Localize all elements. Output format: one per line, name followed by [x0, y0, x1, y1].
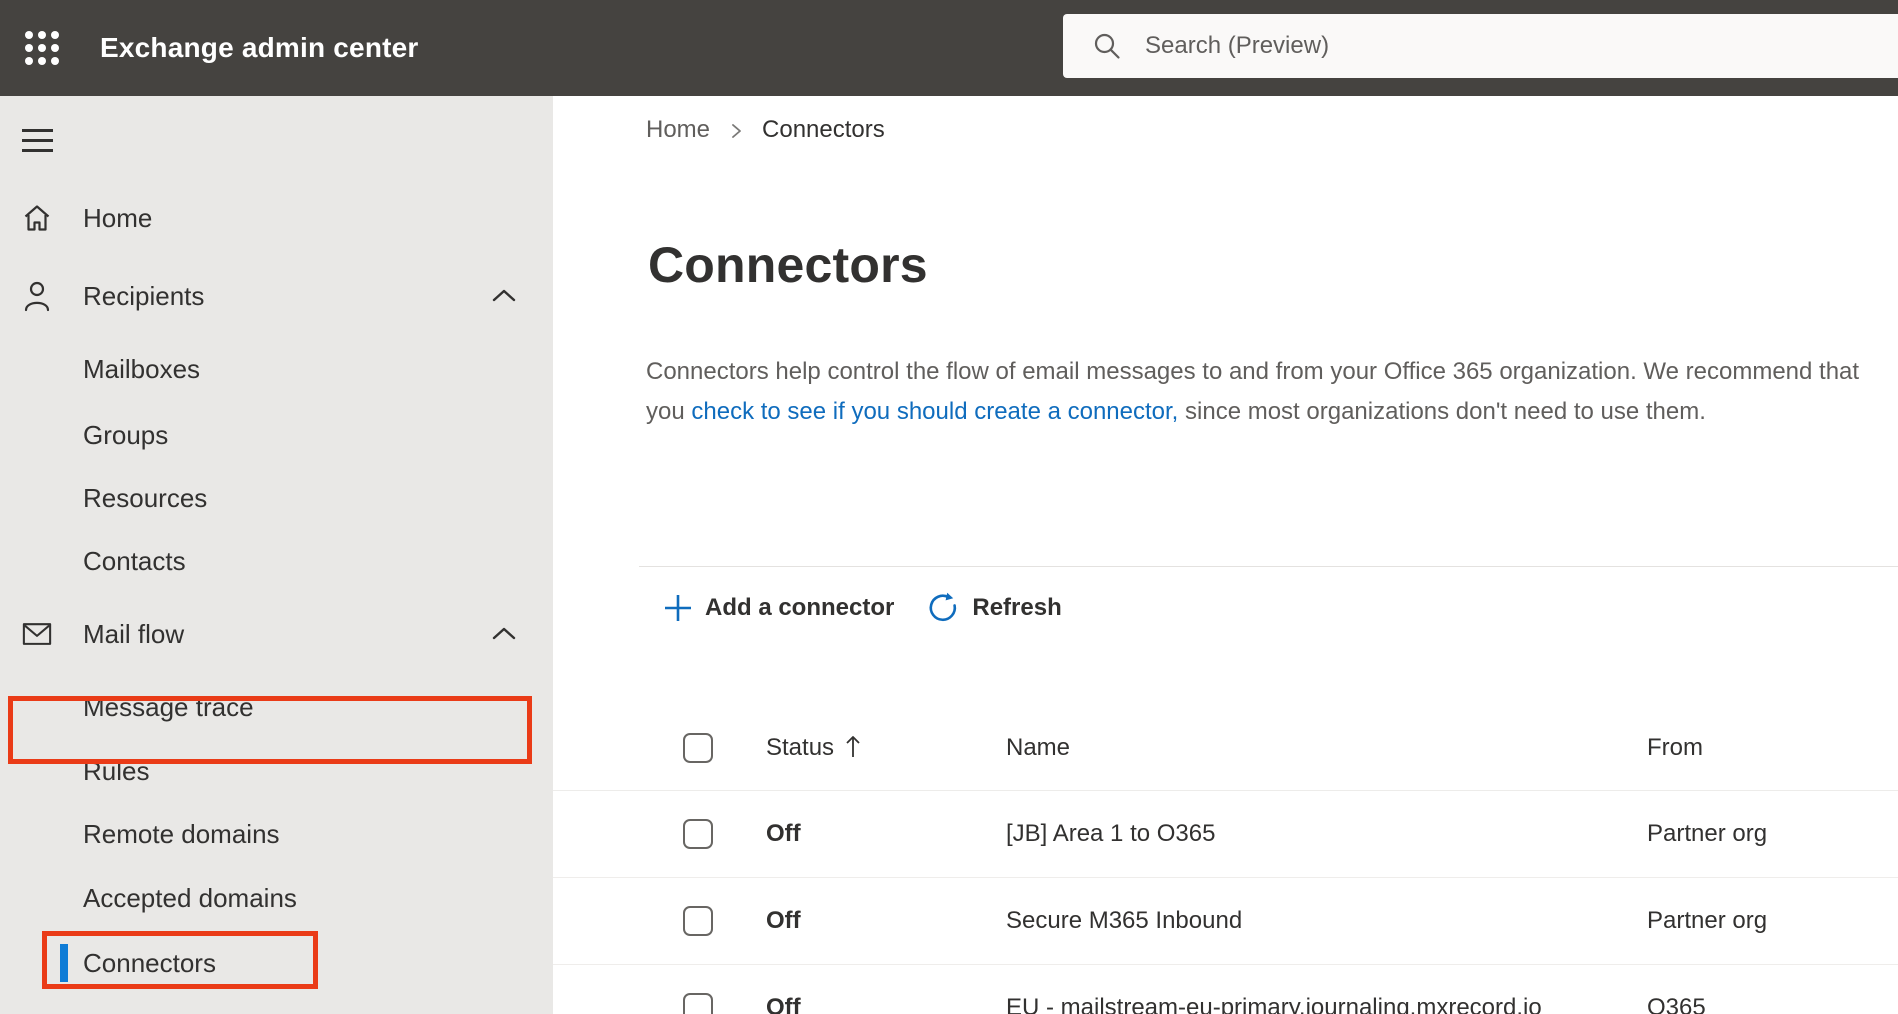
row-from: O365 — [1647, 994, 1706, 1014]
selection-indicator — [60, 944, 68, 982]
row-select-cell — [683, 906, 766, 936]
sidebar-item-groups[interactable]: Groups — [0, 403, 553, 467]
row-checkbox[interactable] — [683, 819, 713, 849]
column-header-name[interactable]: Name — [1006, 734, 1647, 762]
search-input[interactable] — [1145, 32, 1845, 60]
sidebar-nav: Home Recipients Mailboxes Groups Resourc… — [0, 96, 553, 1014]
sidebar-item-label: Mailboxes — [83, 353, 201, 384]
sidebar-item-connectors[interactable]: Connectors — [0, 931, 553, 995]
breadcrumb-home-link[interactable]: Home — [646, 116, 710, 144]
app-title: Exchange admin center — [100, 32, 419, 63]
row-from: Partner org — [1647, 907, 1768, 934]
column-header-label: From — [1647, 733, 1703, 761]
sidebar-item-remote-domains[interactable]: Remote domains — [0, 802, 553, 866]
refresh-icon — [927, 592, 959, 624]
row-from: Partner org — [1647, 820, 1768, 847]
row-checkbox[interactable] — [683, 906, 713, 936]
sidebar-item-resources[interactable]: Resources — [0, 466, 553, 530]
row-name: [JB] Area 1 to O365 — [1006, 820, 1216, 847]
column-header-label: Name — [1006, 733, 1071, 761]
sidebar-item-label: Rules — [83, 755, 150, 786]
column-header-label: Status — [766, 733, 835, 761]
chevron-up-icon — [491, 284, 517, 308]
breadcrumb-current: Connectors — [762, 116, 885, 143]
table-row[interactable]: Off Secure M365 Inbound Partner org — [553, 878, 1898, 965]
page-title: Connectors — [648, 237, 928, 293]
table-row[interactable]: Off EU - mailstream-eu-primary.journalin… — [553, 965, 1898, 1014]
row-select-cell — [683, 993, 766, 1014]
waffle-icon — [25, 31, 59, 65]
sidebar-item-label: Message trace — [83, 691, 254, 722]
chevron-up-icon — [491, 622, 517, 646]
sort-ascending-icon — [844, 734, 862, 760]
select-all-cell — [683, 732, 766, 763]
column-header-from[interactable]: From — [1647, 734, 1898, 762]
sidebar-item-message-trace[interactable]: Message trace — [0, 675, 553, 739]
mail-icon — [22, 618, 52, 650]
chevron-right-icon — [728, 121, 744, 141]
sidebar-item-contacts[interactable]: Contacts — [0, 529, 553, 593]
search-box[interactable] — [1063, 14, 1898, 78]
sidebar-item-accepted-domains[interactable]: Accepted domains — [0, 866, 553, 930]
sidebar-item-label: Mail flow — [83, 618, 185, 649]
row-select-cell — [683, 819, 766, 849]
hamburger-menu-button[interactable] — [22, 120, 62, 160]
sidebar-item-label: Contacts — [83, 545, 186, 576]
add-connector-label: Add a connector — [705, 594, 895, 621]
row-name: EU - mailstream-eu-primary.journaling.mx… — [1006, 994, 1542, 1014]
person-icon — [22, 280, 52, 312]
row-status: Off — [766, 907, 801, 934]
sidebar-item-home[interactable]: Home — [0, 186, 553, 250]
row-name: Secure M365 Inbound — [1006, 907, 1243, 934]
toolbar: Add a connector Refresh — [664, 582, 1062, 634]
row-status: Off — [766, 820, 801, 847]
table-header-row: Status Name From — [553, 705, 1898, 791]
hamburger-icon — [22, 128, 62, 152]
sidebar-item-label: Home — [83, 202, 153, 233]
select-all-checkbox[interactable] — [683, 732, 713, 763]
sidebar-item-mailboxes[interactable]: Mailboxes — [0, 337, 553, 401]
page-description: Connectors help control the flow of emai… — [646, 352, 1868, 432]
main-content: Home Connectors Connectors Connectors he… — [553, 96, 1898, 1014]
column-header-status[interactable]: Status — [766, 734, 1006, 762]
row-checkbox[interactable] — [683, 993, 713, 1014]
table-row[interactable]: Off [JB] Area 1 to O365 Partner org — [553, 791, 1898, 878]
plus-icon — [664, 593, 692, 623]
sidebar-item-recipients[interactable]: Recipients — [0, 264, 553, 328]
connectors-table: Status Name From Off [JB] Area 1 to O365… — [553, 705, 1898, 1014]
breadcrumb: Home Connectors — [646, 116, 885, 144]
description-text-after: since most organizations don't need to u… — [1178, 398, 1706, 425]
create-connector-link[interactable]: check to see if you should create a conn… — [691, 398, 1178, 425]
home-icon — [22, 202, 52, 234]
refresh-label: Refresh — [972, 594, 1062, 621]
sidebar-item-mail-flow[interactable]: Mail flow — [0, 602, 553, 666]
sidebar-item-label: Accepted domains — [83, 882, 297, 913]
refresh-button[interactable]: Refresh — [927, 592, 1062, 624]
sidebar-item-label: Connectors — [83, 947, 216, 978]
app-launcher-button[interactable] — [14, 18, 70, 78]
sidebar-item-rules[interactable]: Rules — [0, 739, 553, 803]
sidebar-item-label: Remote domains — [83, 818, 280, 849]
sidebar-item-label: Groups — [83, 419, 169, 450]
sidebar-item-label: Recipients — [83, 280, 205, 311]
top-app-bar: Exchange admin center — [0, 0, 1898, 96]
sidebar-item-label: Resources — [83, 482, 208, 513]
toolbar-divider — [639, 566, 1898, 567]
add-connector-button[interactable]: Add a connector — [664, 593, 894, 623]
search-icon — [1094, 33, 1120, 59]
row-status: Off — [766, 994, 801, 1014]
